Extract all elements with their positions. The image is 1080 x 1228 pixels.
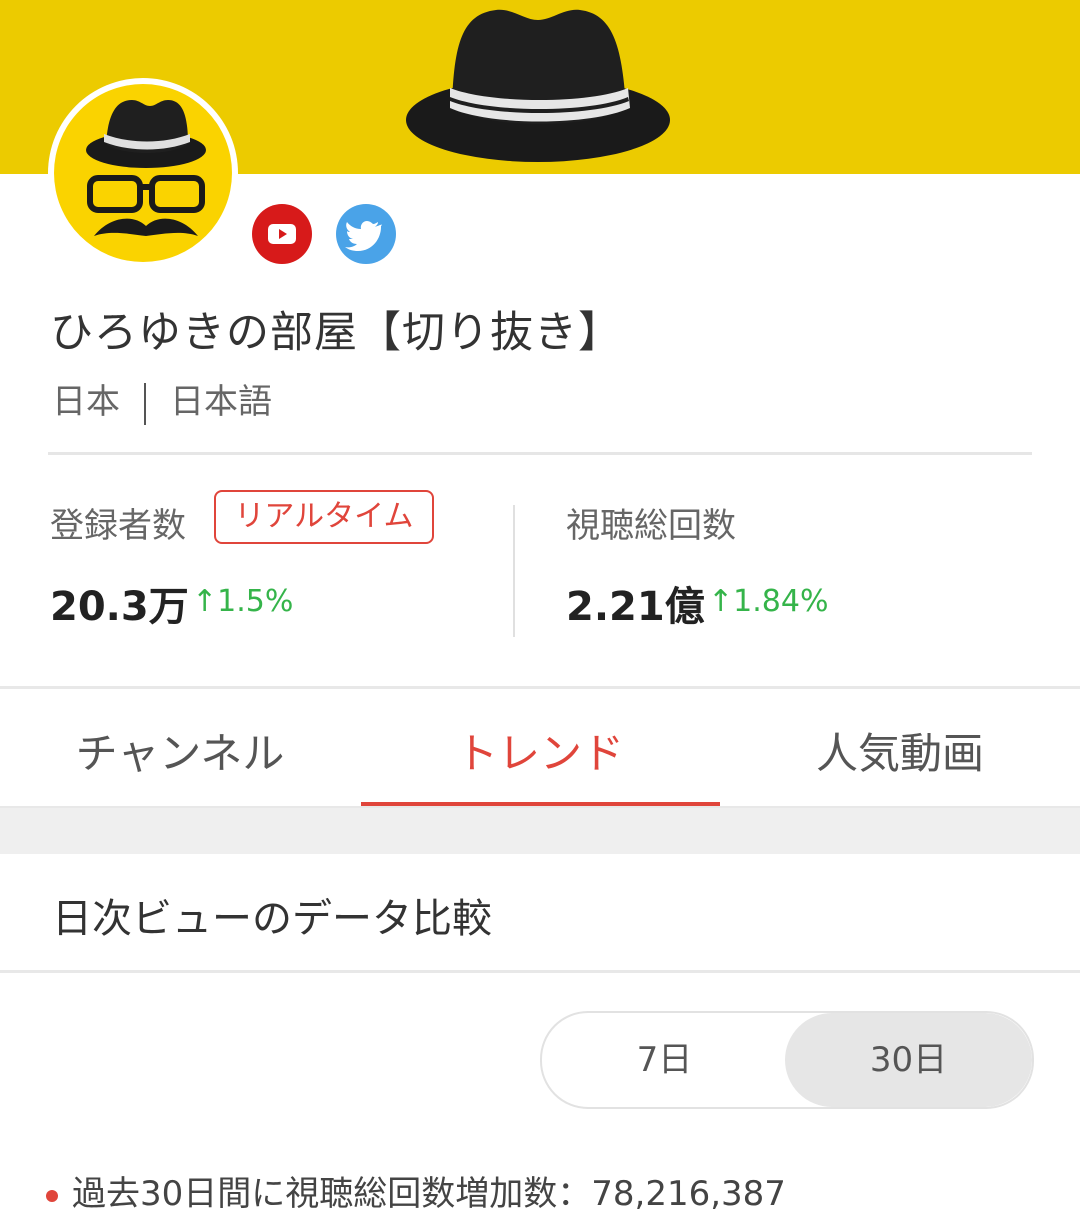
divider (48, 452, 1032, 455)
subscribers-value: 20.3万 (50, 584, 189, 630)
range-30d-button[interactable]: 30日 (785, 1013, 1032, 1107)
twitter-icon (345, 221, 382, 251)
twitter-link[interactable] (336, 204, 396, 264)
youtube-link[interactable] (252, 204, 312, 264)
tab-channel[interactable]: チャンネル (0, 720, 360, 781)
channel-country: 日本 (52, 382, 120, 422)
bullet-icon (46, 1189, 58, 1202)
summary-value: 78,216,387 (591, 1174, 786, 1214)
hat-mustache-icon (86, 100, 206, 236)
range-toggle: 7日 30日 (540, 1011, 1034, 1109)
arrow-up-icon: ↑ (708, 584, 734, 619)
range-7d-button[interactable]: 7日 (542, 1013, 787, 1107)
subscribers-label: 登録者数 (50, 506, 186, 546)
summary-label: 過去30日間に視聴総回数増加数： (72, 1174, 592, 1214)
tab-popular-videos[interactable]: 人気動画 (720, 720, 1080, 781)
realtime-badge: リアルタイム (214, 490, 434, 544)
channel-language: 日本語 (170, 382, 272, 422)
summary-line: 過去30日間に視聴総回数増加数：78,216,387 (46, 1166, 786, 1215)
channel-avatar[interactable] (48, 78, 238, 268)
views-growth: ↑1.84% (708, 584, 828, 619)
channel-name: ひろゆきの部屋【切り抜き】 (50, 308, 622, 358)
subscribers-growth: ↑1.5% (192, 584, 293, 619)
channel-meta: 日本 日本語 (52, 374, 272, 425)
views-value: 2.21億 (566, 584, 705, 630)
tabs-divider (0, 686, 1080, 689)
arrow-up-icon: ↑ (192, 584, 218, 619)
stats-divider (513, 505, 515, 637)
section-separator (0, 808, 1080, 854)
youtube-icon (268, 224, 296, 244)
divider (0, 970, 1080, 973)
avatar-image (54, 84, 232, 262)
subscribers-growth-value: 1.5% (217, 584, 294, 619)
views-label: 視聴総回数 (566, 506, 736, 546)
views-growth-value: 1.84% (733, 584, 829, 619)
section-title: 日次ビューのデータ比較 (52, 896, 492, 942)
meta-divider (144, 382, 146, 425)
hat-icon (406, 9, 670, 162)
tab-trend[interactable]: トレンド (360, 720, 720, 781)
